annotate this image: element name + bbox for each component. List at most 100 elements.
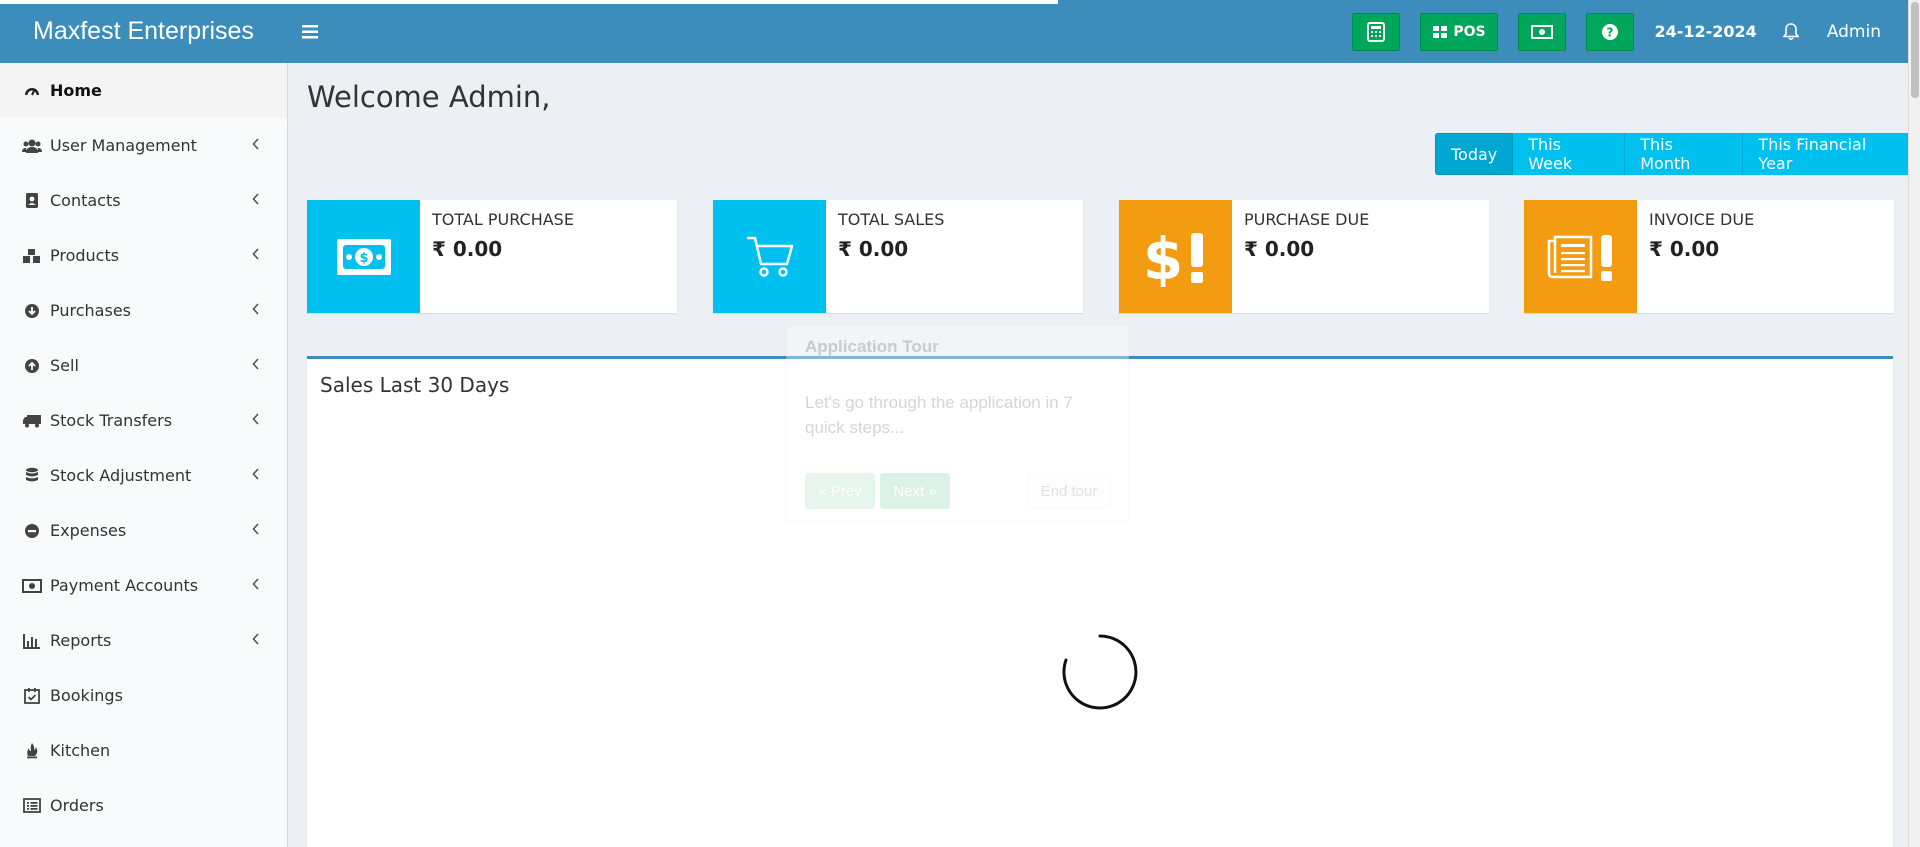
- chevron-left-icon: [252, 303, 259, 315]
- list-alt-icon: [22, 796, 42, 816]
- info-box-invoice-due: INVOICE DUE ₹ 0.00: [1524, 200, 1894, 313]
- cubes-icon: [22, 246, 42, 266]
- pos-label: POS: [1453, 23, 1486, 40]
- sidebar-item-label: Kitchen: [50, 741, 111, 760]
- pos-icon: [1433, 25, 1448, 38]
- svg-text:$: $: [359, 251, 368, 266]
- shopping-cart-icon: [713, 200, 826, 313]
- top-navbar: Maxfest Enterprises POS ? 24-12-2024 Adm…: [0, 0, 1920, 63]
- sidebar-item-label: Expenses: [50, 521, 127, 540]
- cash-icon: [1531, 24, 1554, 39]
- sidebar-item-contacts[interactable]: Contacts: [0, 173, 287, 228]
- help-button[interactable]: ?: [1586, 12, 1635, 51]
- current-date: 24-12-2024: [1654, 22, 1757, 41]
- info-box-label: PURCHASE DUE: [1244, 210, 1370, 229]
- info-box-value: ₹ 0.00: [838, 237, 909, 261]
- help-icon: ?: [1602, 23, 1619, 40]
- sidebar-item-label: Orders: [50, 796, 104, 815]
- info-box-value: ₹ 0.00: [1649, 237, 1720, 261]
- sidebar-item-label: Home: [50, 81, 102, 100]
- loading-spinner-icon: [1062, 634, 1138, 710]
- bar-chart-icon: [22, 631, 42, 651]
- filter-this-financial-year-button[interactable]: This Financial Year: [1743, 133, 1920, 175]
- sidebar-item-purchases[interactable]: Purchases: [0, 283, 287, 338]
- minus-circle-icon: [22, 521, 42, 541]
- calendar-check-icon: [22, 686, 42, 706]
- sidebar-item-label: Contacts: [50, 191, 121, 210]
- user-menu[interactable]: Admin: [1827, 22, 1881, 42]
- page-scrollbar[interactable]: [1908, 0, 1920, 847]
- sidebar-item-reports[interactable]: Reports: [0, 613, 287, 668]
- sidebar-item-products[interactable]: Products: [0, 228, 287, 283]
- sidebar-item-label: Products: [50, 246, 120, 265]
- database-icon: [22, 466, 42, 486]
- sidebar-item-home[interactable]: Home: [0, 63, 287, 118]
- notifications-button[interactable]: [1779, 22, 1803, 41]
- info-box-total-sales: TOTAL SALES ₹ 0.00: [713, 200, 1083, 313]
- menu-icon: [302, 24, 318, 38]
- sidebar-item-label: Payment Accounts: [50, 576, 199, 595]
- invoice-exclamation-icon: [1524, 200, 1637, 313]
- sidebar-item-label: Stock Transfers: [50, 411, 173, 430]
- svg-text:$: $: [1142, 227, 1182, 287]
- filter-today-button[interactable]: Today: [1435, 133, 1514, 175]
- scrollbar-thumb[interactable]: [1911, 2, 1919, 98]
- info-box-total-purchase: $ TOTAL PURCHASE ₹ 0.00: [307, 200, 677, 313]
- tour-end-button[interactable]: End tour: [1027, 473, 1111, 509]
- tour-description: Let's go through the application in 7 qu…: [805, 393, 1073, 437]
- sidebar-item-payment-accounts[interactable]: Payment Accounts: [0, 558, 287, 613]
- page-title: Welcome Admin,: [307, 80, 551, 114]
- info-box-value: ₹ 0.00: [1244, 237, 1315, 261]
- sidebar-item-user-management[interactable]: User Management: [0, 118, 287, 173]
- pos-button[interactable]: POS: [1420, 12, 1499, 51]
- brand-logo[interactable]: Maxfest Enterprises: [0, 0, 288, 63]
- dollar-exclamation-icon: $: [1119, 200, 1232, 313]
- sidebar: Home User Management Contacts Products P…: [0, 63, 288, 847]
- chevron-left-icon: [252, 578, 259, 590]
- chevron-left-icon: [252, 138, 259, 150]
- date-filter-group: Today This Week This Month This Financia…: [1435, 133, 1920, 175]
- fire-icon: [22, 741, 42, 761]
- sidebar-item-expenses[interactable]: Expenses: [0, 503, 287, 558]
- users-icon: [22, 136, 42, 156]
- calculator-icon: [1367, 21, 1386, 42]
- application-tour-popover: Application Tour Let's go through the ap…: [786, 326, 1129, 522]
- tour-prev-button[interactable]: « Prev: [805, 473, 875, 509]
- cash-register-button[interactable]: [1518, 12, 1567, 51]
- info-box-purchase-due: $ PURCHASE DUE ₹ 0.00: [1119, 200, 1489, 313]
- money-bill-icon: $: [307, 200, 420, 313]
- bell-icon: [1782, 22, 1799, 40]
- chevron-left-icon: [252, 633, 259, 645]
- address-book-icon: [22, 191, 42, 211]
- sidebar-item-stock-adjustment[interactable]: Stock Adjustment: [0, 448, 287, 503]
- sidebar-item-stock-transfers[interactable]: Stock Transfers: [0, 393, 287, 448]
- sidebar-item-label: Stock Adjustment: [50, 466, 192, 485]
- chevron-left-icon: [252, 413, 259, 425]
- sidebar-item-label: User Management: [50, 136, 197, 155]
- truck-icon: [22, 411, 42, 431]
- sidebar-item-label: Reports: [50, 631, 112, 650]
- chevron-left-icon: [252, 468, 259, 480]
- info-box-label: INVOICE DUE: [1649, 210, 1755, 229]
- chevron-left-icon: [252, 193, 259, 205]
- sidebar-item-sell[interactable]: Sell: [0, 338, 287, 393]
- info-box-value: ₹ 0.00: [432, 237, 503, 261]
- chevron-left-icon: [252, 248, 259, 260]
- sidebar-item-label: Sell: [50, 356, 79, 375]
- tour-next-button[interactable]: Next »: [880, 473, 950, 509]
- sidebar-toggle-button[interactable]: [290, 12, 330, 52]
- info-box-label: TOTAL PURCHASE: [432, 210, 574, 229]
- tour-title: Application Tour: [805, 337, 939, 356]
- chevron-left-icon: [252, 523, 259, 535]
- sales-chart-title: Sales Last 30 Days: [320, 373, 510, 397]
- sidebar-item-orders[interactable]: Orders: [0, 778, 287, 833]
- calculator-button[interactable]: [1352, 12, 1401, 51]
- filter-this-month-button[interactable]: This Month: [1625, 133, 1744, 175]
- filter-this-week-button[interactable]: This Week: [1513, 133, 1626, 175]
- sidebar-item-label: Purchases: [50, 301, 131, 320]
- sidebar-item-bookings[interactable]: Bookings: [0, 668, 287, 723]
- sidebar-item-label: Bookings: [50, 686, 123, 705]
- sidebar-item-kitchen[interactable]: Kitchen: [0, 723, 287, 778]
- arrow-circle-down-icon: [22, 301, 42, 321]
- info-box-label: TOTAL SALES: [838, 210, 945, 229]
